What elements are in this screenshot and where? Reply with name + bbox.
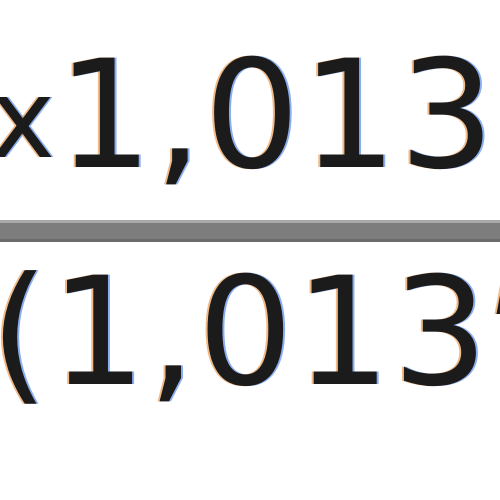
- formula-canvas: x1,013r (1,013n: [0, 0, 500, 500]
- open-parenthesis: (: [0, 246, 51, 420]
- denominator-exponent: n: [494, 249, 500, 331]
- fraction-denominator: (1,013n: [0, 255, 500, 408]
- multiplication-sign: x: [0, 55, 58, 183]
- fraction-numerator: x1,013r: [0, 38, 500, 191]
- denominator-base: 1,013: [50, 246, 490, 420]
- fraction-bar: [0, 220, 500, 242]
- numerator-base: 1,013: [57, 29, 497, 203]
